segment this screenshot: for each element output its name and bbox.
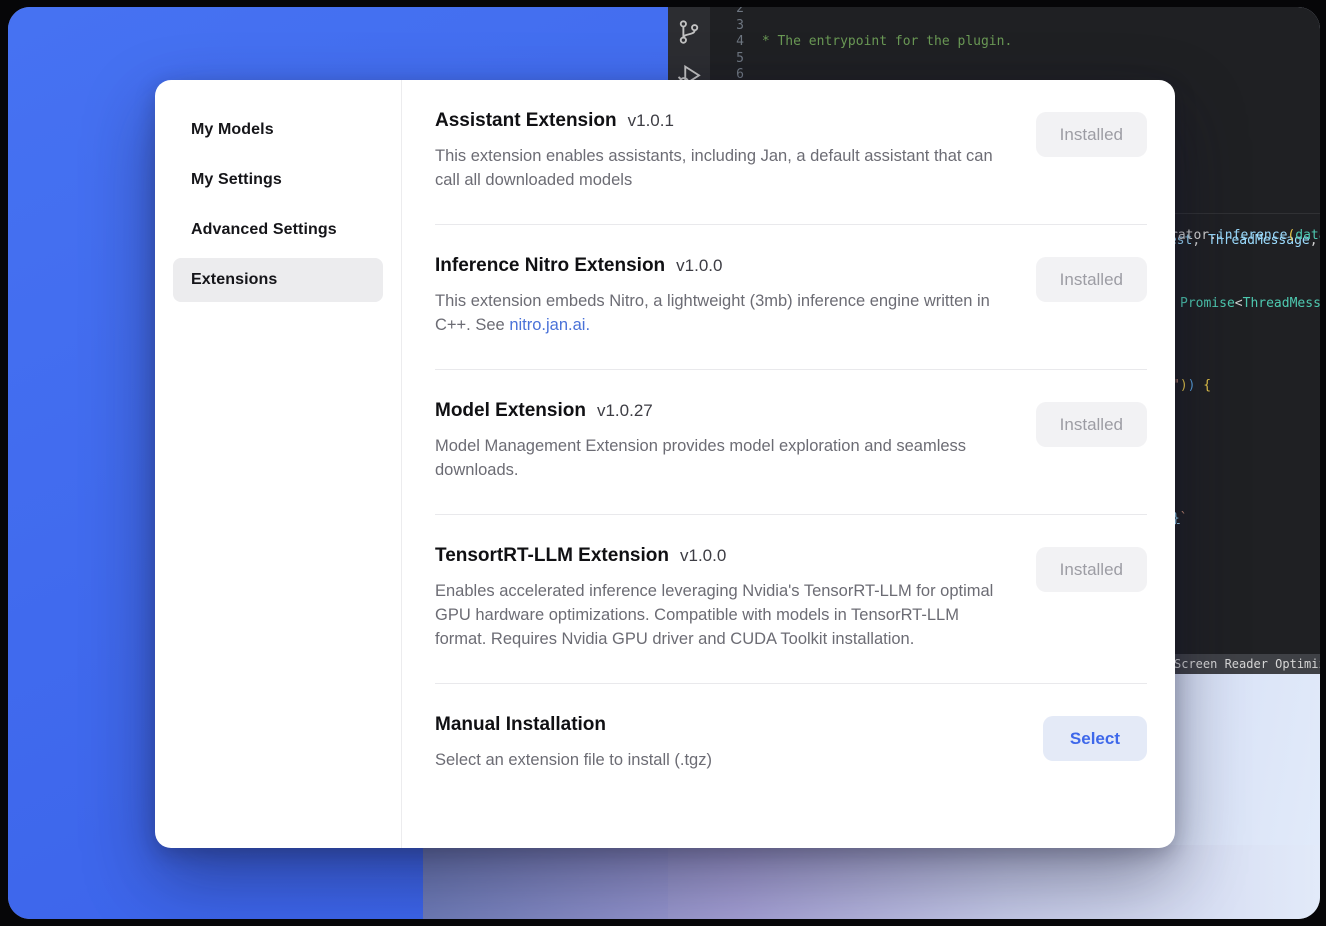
code-line: * The entrypoint for the plugin. [754,34,1320,51]
extension-description: This extension enables assistants, inclu… [435,144,1013,192]
extension-row-model: Model Extension v1.0.27 Model Management… [435,370,1147,515]
settings-sidebar: My Models My Settings Advanced Settings … [155,80,402,848]
extension-description: This extension embeds Nitro, a lightweig… [435,289,1013,337]
extensions-list: Assistant Extension v1.0.1 This extensio… [402,80,1175,848]
extension-name: Inference Nitro Extension [435,255,665,277]
sidebar-item-extensions[interactable]: Extensions [173,258,383,302]
select-file-button[interactable]: Select [1043,716,1147,761]
source-control-icon[interactable] [674,16,704,48]
installed-button[interactable]: Installed [1036,547,1147,592]
sidebar-item-my-models[interactable]: My Models [173,108,383,152]
extension-name: TensortRT-LLM Extension [435,545,669,567]
sidebar-item-label: My Settings [191,171,282,189]
settings-modal: My Models My Settings Advanced Settings … [155,80,1175,848]
background-gradient [423,845,1320,919]
extension-name: Assistant Extension [435,110,617,132]
extension-version: v1.0.0 [676,256,722,276]
manual-installation-description: Select an extension file to install (.tg… [435,748,712,772]
app-window: 2 3 4 5 6 * The entrypoint for the plugi… [8,7,1320,919]
extension-version: v1.0.0 [680,546,726,566]
extension-description: Enables accelerated inference leveraging… [435,579,1013,651]
sidebar-item-my-settings[interactable]: My Settings [173,158,383,202]
extension-description: Model Management Extension provides mode… [435,434,1013,482]
extension-row-tensorrt-llm: TensortRT-LLM Extension v1.0.0 Enables a… [435,515,1147,684]
extension-row-assistant: Assistant Extension v1.0.1 This extensio… [435,80,1147,225]
installed-button[interactable]: Installed [1036,402,1147,447]
nitro-jan-ai-link[interactable]: nitro.jan.ai. [509,316,590,334]
code-fragment: Promise<ThreadMessage> [1180,296,1320,311]
installed-button[interactable]: Installed [1036,112,1147,157]
manual-installation-row: Manual Installation Select an extension … [435,684,1147,798]
sidebar-item-label: My Models [191,121,274,139]
manual-installation-title: Manual Installation [435,714,606,736]
installed-button[interactable]: Installed [1036,257,1147,302]
extension-name: Model Extension [435,400,586,422]
code-fragment: ")) { [1172,378,1211,393]
screen-reader-optimized-status-item[interactable]: Screen Reader Optimized [1164,654,1320,674]
extension-version: v1.0.27 [597,401,653,421]
sidebar-item-advanced-settings[interactable]: Advanced Settings [173,208,383,252]
editor-line-numbers: 2 3 4 5 6 [714,7,744,84]
extension-version: v1.0.1 [628,111,674,131]
extension-row-inference-nitro: Inference Nitro Extension v1.0.0 This ex… [435,225,1147,370]
sidebar-item-label: Extensions [191,271,277,289]
sidebar-item-label: Advanced Settings [191,221,337,239]
code-fragment: rator.inference(data)); [1170,228,1320,243]
